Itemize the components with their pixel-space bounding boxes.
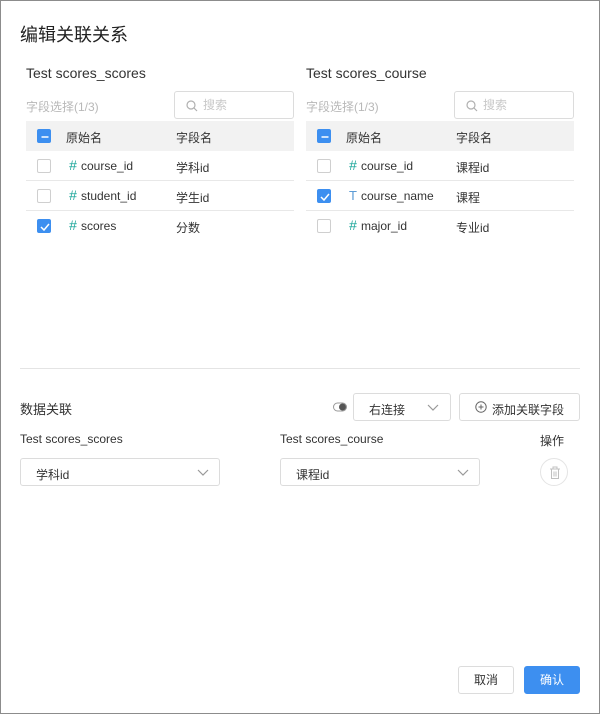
- confirm-button[interactable]: 确认: [524, 666, 580, 694]
- right-table-panel: Test scores_course 字段选择(1/3) 原始名 字段名 # c…: [306, 63, 574, 241]
- search-icon: [186, 100, 198, 112]
- field-original-name: course_id: [81, 159, 134, 173]
- trash-icon: [550, 466, 560, 479]
- chevron-down-icon: [197, 469, 209, 476]
- right-header-field-name: 字段名: [456, 131, 493, 145]
- table-row[interactable]: T course_name 课程: [306, 181, 574, 211]
- row-checkbox[interactable]: [317, 159, 331, 173]
- text-icon: T: [349, 188, 357, 203]
- field-original-name: scores: [81, 219, 117, 233]
- left-header-original-name: 原始名: [66, 131, 103, 145]
- add-relation-field-button[interactable]: 添加关联字段: [459, 393, 580, 421]
- row-checkbox[interactable]: [317, 219, 331, 233]
- right-field-value: 课程id: [296, 468, 330, 482]
- number-icon: #: [69, 217, 77, 233]
- join-type-select[interactable]: 右连接: [353, 393, 451, 421]
- right-table-header: 原始名 字段名: [306, 121, 574, 151]
- row-checkbox[interactable]: [37, 189, 51, 203]
- check-icon: [320, 193, 330, 202]
- join-type-value: 右连接: [369, 403, 406, 417]
- cancel-button[interactable]: 取消: [458, 666, 514, 694]
- field-alias: 学生id: [176, 191, 210, 205]
- left-search-input[interactable]: [203, 97, 289, 113]
- table-row[interactable]: # course_id 学科id: [26, 151, 294, 181]
- partial-check-icon: [321, 136, 329, 138]
- field-original-name: student_id: [81, 189, 137, 203]
- left-table-panel: Test scores_scores 字段选择(1/3) 原始名 字段名 # c…: [26, 63, 294, 241]
- right-table-title: Test scores_course: [306, 65, 427, 81]
- field-alias: 课程: [456, 191, 481, 205]
- partial-check-icon: [41, 136, 49, 138]
- row-checkbox[interactable]: [37, 159, 51, 173]
- field-original-name: course_id: [361, 159, 414, 173]
- number-icon: #: [69, 187, 77, 203]
- add-relation-field-label: 添加关联字段: [492, 403, 565, 417]
- left-header-field-name: 字段名: [176, 131, 213, 145]
- table-row[interactable]: # major_id 专业id: [306, 211, 574, 241]
- search-icon: [466, 100, 478, 112]
- table-row[interactable]: # student_id 学生id: [26, 181, 294, 211]
- left-table-title: Test scores_scores: [26, 65, 146, 81]
- table-row[interactable]: # scores 分数: [26, 211, 294, 241]
- plus-circle-icon: [475, 401, 487, 413]
- row-checkbox[interactable]: [317, 189, 331, 203]
- right-table-column-header: Test scores_course: [280, 432, 384, 446]
- number-icon: #: [349, 217, 357, 233]
- number-icon: #: [349, 157, 357, 173]
- right-field-select[interactable]: 课程id: [280, 458, 480, 486]
- left-selection-count: 字段选择(1/3): [26, 100, 99, 114]
- row-checkbox[interactable]: [37, 219, 51, 233]
- right-search-input[interactable]: [483, 97, 569, 113]
- left-field-value: 学科id: [36, 468, 70, 482]
- field-original-name: course_name: [361, 189, 434, 203]
- chevron-down-icon: [457, 469, 469, 476]
- toggle-icon[interactable]: [333, 402, 347, 412]
- left-table-header: 原始名 字段名: [26, 121, 294, 151]
- right-selection-count: 字段选择(1/3): [306, 100, 379, 114]
- relation-section-title: 数据关联: [20, 402, 73, 417]
- section-divider: [20, 368, 580, 369]
- right-search-box[interactable]: [454, 91, 574, 119]
- action-column-header: 操作: [540, 434, 565, 448]
- field-alias: 课程id: [456, 161, 490, 175]
- dialog-title: 编辑关联关系: [20, 25, 128, 45]
- edit-relation-dialog: 编辑关联关系 Test scores_scores 字段选择(1/3) 原始名 …: [0, 0, 600, 714]
- left-field-select[interactable]: 学科id: [20, 458, 220, 486]
- chevron-down-icon: [427, 404, 439, 411]
- field-alias: 学科id: [176, 161, 210, 175]
- field-original-name: major_id: [361, 219, 408, 233]
- number-icon: #: [69, 157, 77, 173]
- right-header-original-name: 原始名: [346, 131, 383, 145]
- table-row[interactable]: # course_id 课程id: [306, 151, 574, 181]
- field-alias: 专业id: [456, 221, 490, 235]
- left-search-box[interactable]: [174, 91, 294, 119]
- left-select-all-checkbox[interactable]: [37, 129, 51, 143]
- check-icon: [40, 223, 50, 232]
- delete-mapping-button[interactable]: [540, 458, 568, 486]
- field-alias: 分数: [176, 221, 201, 235]
- left-table-column-header: Test scores_scores: [20, 432, 123, 446]
- right-select-all-checkbox[interactable]: [317, 129, 331, 143]
